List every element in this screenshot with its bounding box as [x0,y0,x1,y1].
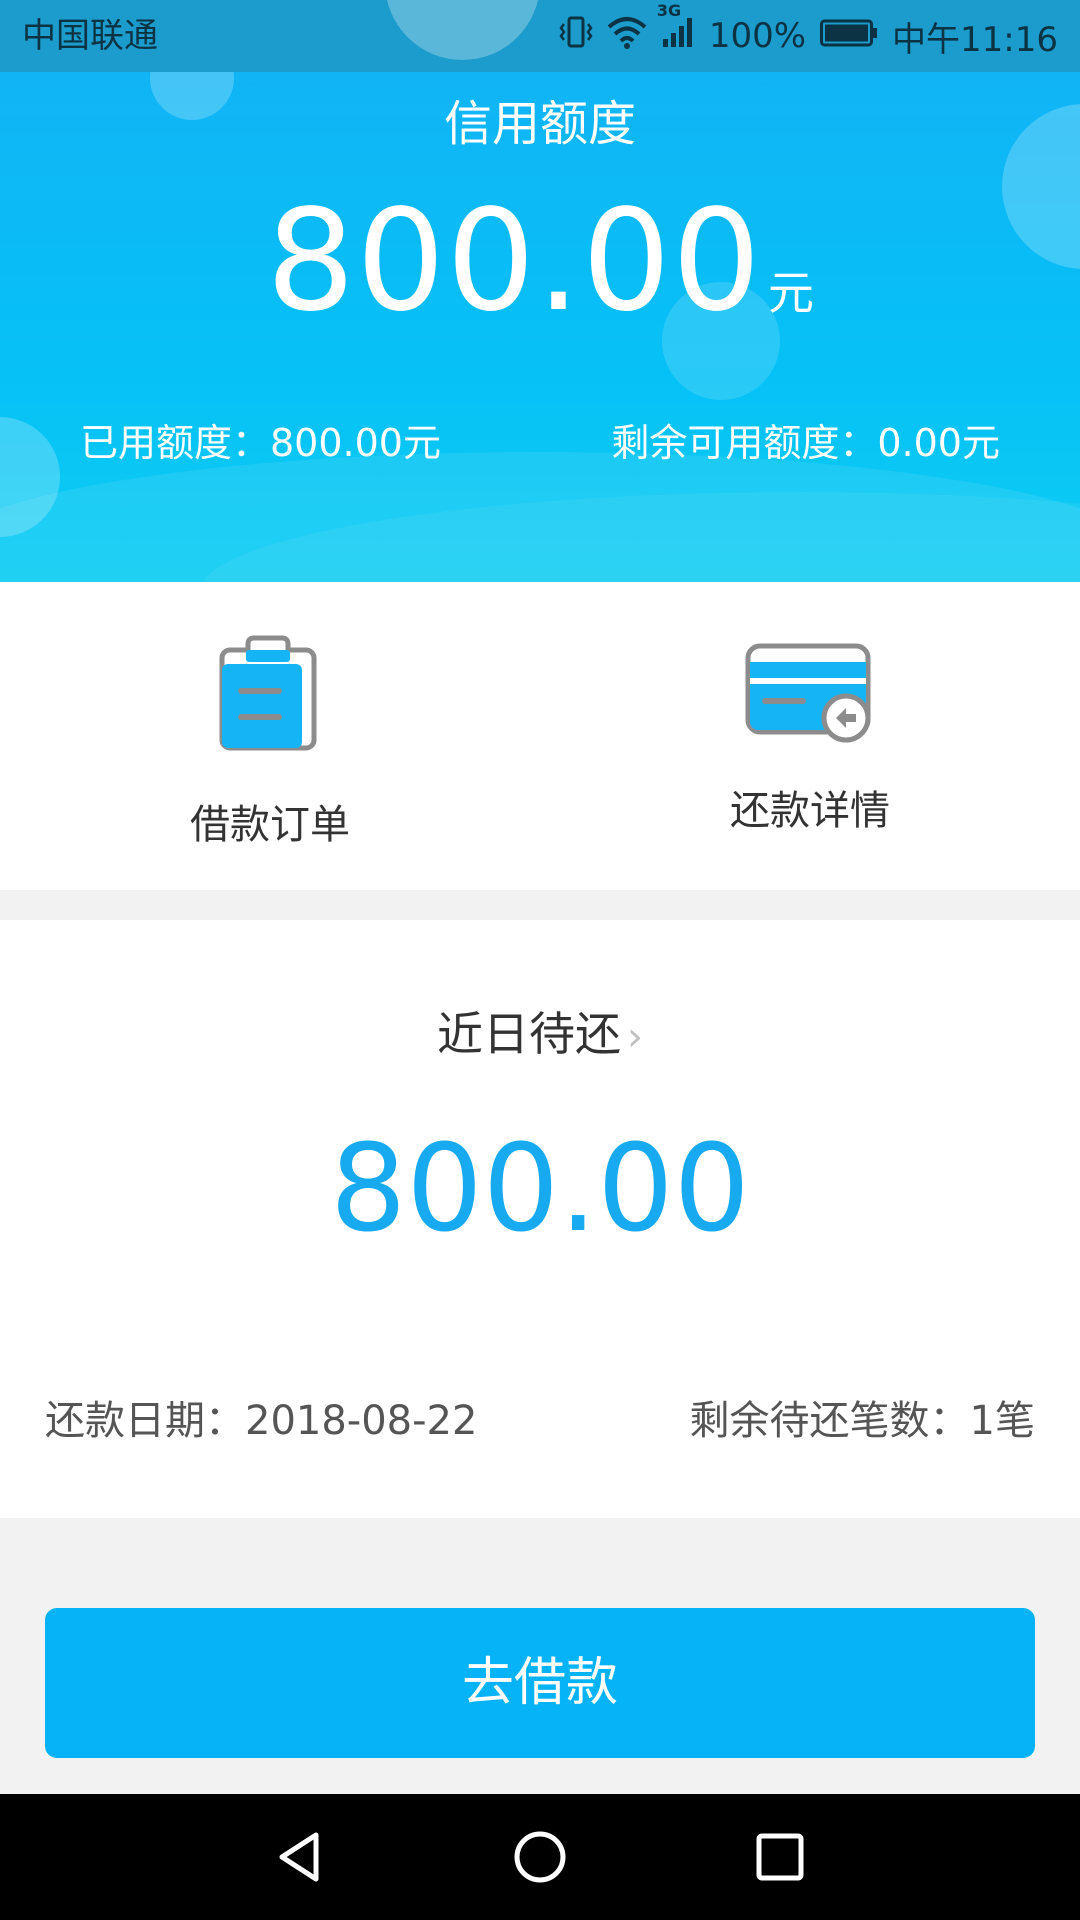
signal-icon: 3G [657,1,695,58]
navigation-bar [0,1794,1080,1920]
battery-icon [820,16,878,56]
chevron-right-icon: › [627,1014,643,1060]
back-icon[interactable] [270,1827,330,1891]
upcoming-repayment-title: 近日待还 [437,1007,621,1061]
repayment-details-button[interactable]: 还款详情 [540,582,1080,890]
status-icons: 3G 100% 中午11:16 [559,0,1058,72]
borrow-button[interactable]: 去借款 [45,1608,1035,1758]
upcoming-repayment-panel: 近日待还 › 800.00 还款日期：2018-08-22 剩余待还笔数：1笔 [0,920,1080,1518]
loan-orders-label: 借款订单 [190,802,350,848]
clipboard-icon [216,634,320,758]
repayment-date: 还款日期：2018-08-22 [45,1398,478,1444]
wifi-icon [607,15,647,58]
remaining-repayment-count: 剩余待还笔数：1笔 [689,1398,1035,1444]
recents-icon[interactable] [750,1827,810,1891]
credit-title: 信用额度 [443,96,636,152]
due-amount: 800.00 [330,1120,750,1259]
credit-amount-row: 800.00 元 [0,180,1080,343]
credit-unit: 元 [767,266,814,320]
clock: 中午11:16 [892,19,1058,60]
card-return-icon [744,642,876,748]
action-panel: 借款订单 还款详情 [0,582,1080,890]
carrier-name: 中国联通 [22,16,158,56]
remaining-credit: 剩余可用额度：0.00元 [611,421,1000,465]
used-credit: 已用额度：800.00元 [80,421,441,465]
credit-header: 信用额度 800.00 元 已用额度：800.00元 剩余可用额度：0.00元 [0,72,1080,582]
status-bar: 中国联通 3G 100% 中午11:16 [0,0,1080,72]
decorative-bubble [385,0,540,60]
repayment-details-label: 还款详情 [730,788,890,834]
credit-amount: 800.00 [266,180,762,343]
network-type-label: 3G [656,0,682,20]
vibrate-icon [559,14,593,59]
battery-percent: 100% [708,16,807,56]
loan-orders-button[interactable]: 借款订单 [0,582,540,890]
home-icon[interactable] [510,1827,570,1891]
upcoming-repayment-link[interactable]: 近日待还 › [0,998,1080,1064]
